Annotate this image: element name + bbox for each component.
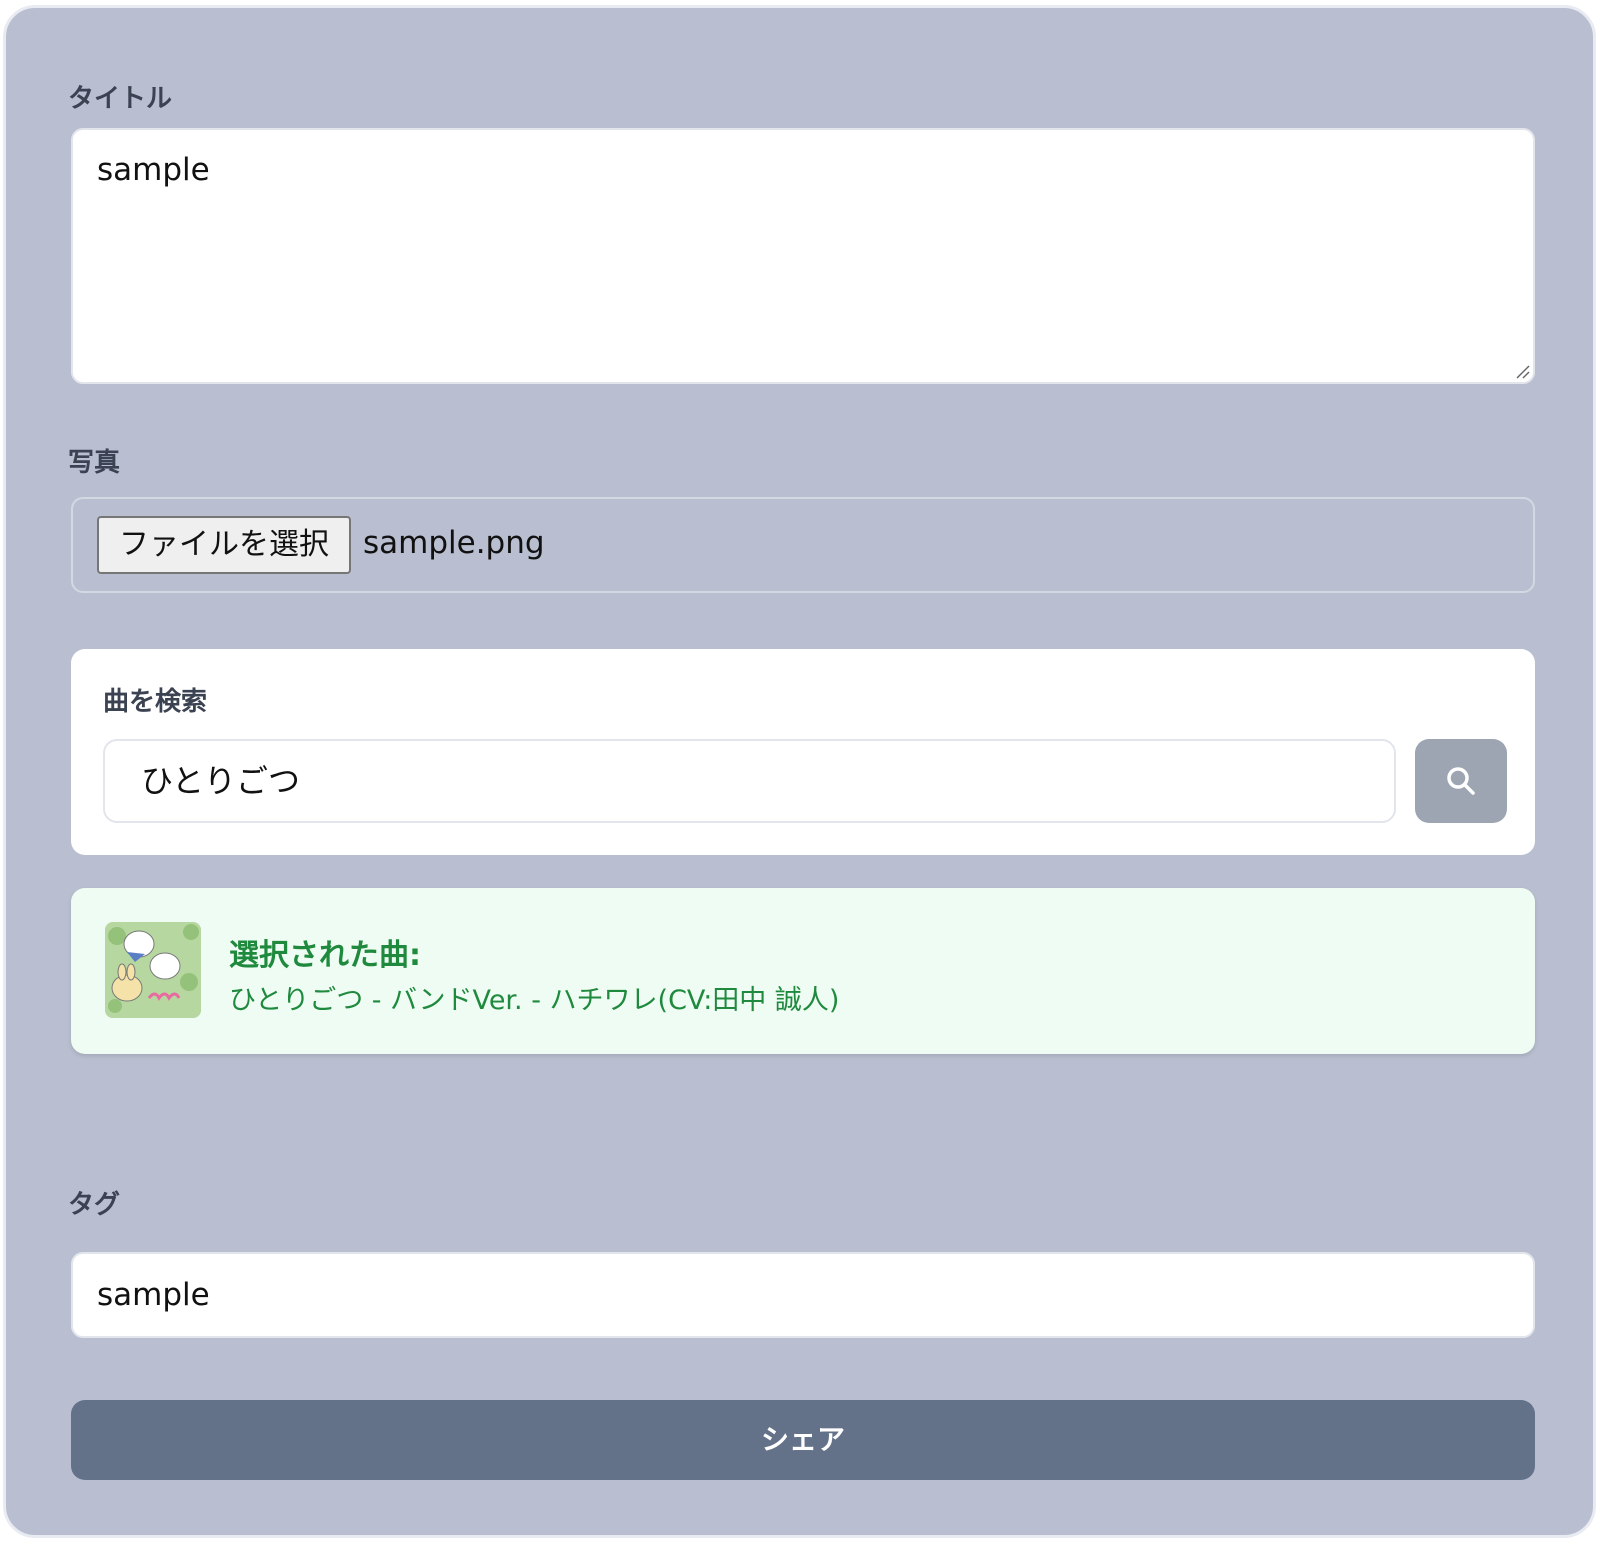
song-search-card: 曲を検索 ひとりごつ: [71, 649, 1535, 855]
post-form-panel: タイトル sample 写真 ファイルを選択 sample.png 曲を検索 ひ…: [3, 5, 1596, 1538]
selected-song-title: 選択された曲:: [229, 938, 421, 973]
selected-song-name: ひとりごつ - バンドVer. - ハチワレ(CV:田中 誠人): [229, 985, 840, 1016]
song-search-button[interactable]: [1415, 739, 1507, 823]
photo-file-input[interactable]: ファイルを選択 sample.png: [71, 497, 1535, 593]
album-art-thumbnail: [105, 922, 201, 1018]
title-label: タイトル: [68, 84, 173, 114]
resize-handle-icon[interactable]: [1514, 363, 1530, 379]
share-button[interactable]: シェア: [71, 1400, 1535, 1480]
choose-file-button[interactable]: ファイルを選択: [97, 516, 351, 574]
photo-label: 写真: [68, 448, 121, 478]
file-name: sample.png: [363, 525, 545, 561]
song-search-input[interactable]: ひとりごつ: [103, 739, 1396, 823]
search-icon: [1447, 767, 1475, 795]
title-textarea[interactable]: sample: [71, 128, 1535, 384]
song-search-label: 曲を検索: [103, 687, 208, 717]
album-art-image: [105, 922, 201, 1018]
tag-input[interactable]: sample: [71, 1252, 1535, 1338]
tag-label: タグ: [68, 1190, 121, 1220]
selected-song-card: 選択された曲: ひとりごつ - バンドVer. - ハチワレ(CV:田中 誠人): [71, 888, 1535, 1054]
title-textarea-value: sample: [97, 152, 210, 188]
